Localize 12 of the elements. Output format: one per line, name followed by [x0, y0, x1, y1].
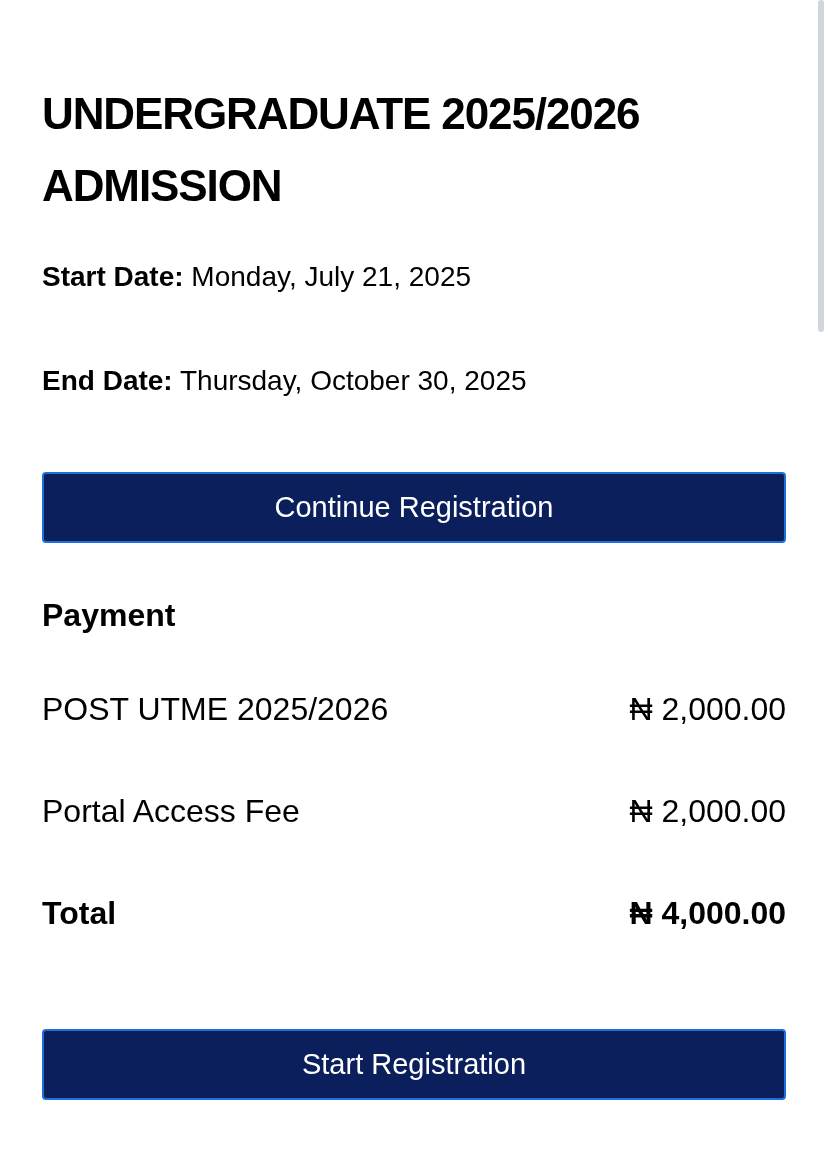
date-line: End Date: Thursday, October 30, 2025: [42, 364, 528, 398]
page-title: UNDERGRADUATE 2025/2026 ADMISSION: [42, 88, 641, 212]
date-line: Start Date: Monday, July 21, 2025: [42, 260, 473, 294]
payment-heading: Payment: [42, 596, 177, 635]
start-registration-button[interactable]: Start Registration: [42, 1029, 786, 1100]
fee-name: POST UTME 2025/2026: [42, 690, 389, 729]
fee-name: Portal Access Fee: [42, 792, 300, 831]
continue-registration-button[interactable]: Continue Registration: [42, 472, 786, 543]
fee-amount: ₦ 2,000.00: [629, 690, 786, 729]
fee-amount: ₦ 2,000.00: [629, 792, 786, 831]
total-amount: ₦ 4,000.00: [629, 894, 786, 933]
total-label: Total: [42, 894, 117, 933]
